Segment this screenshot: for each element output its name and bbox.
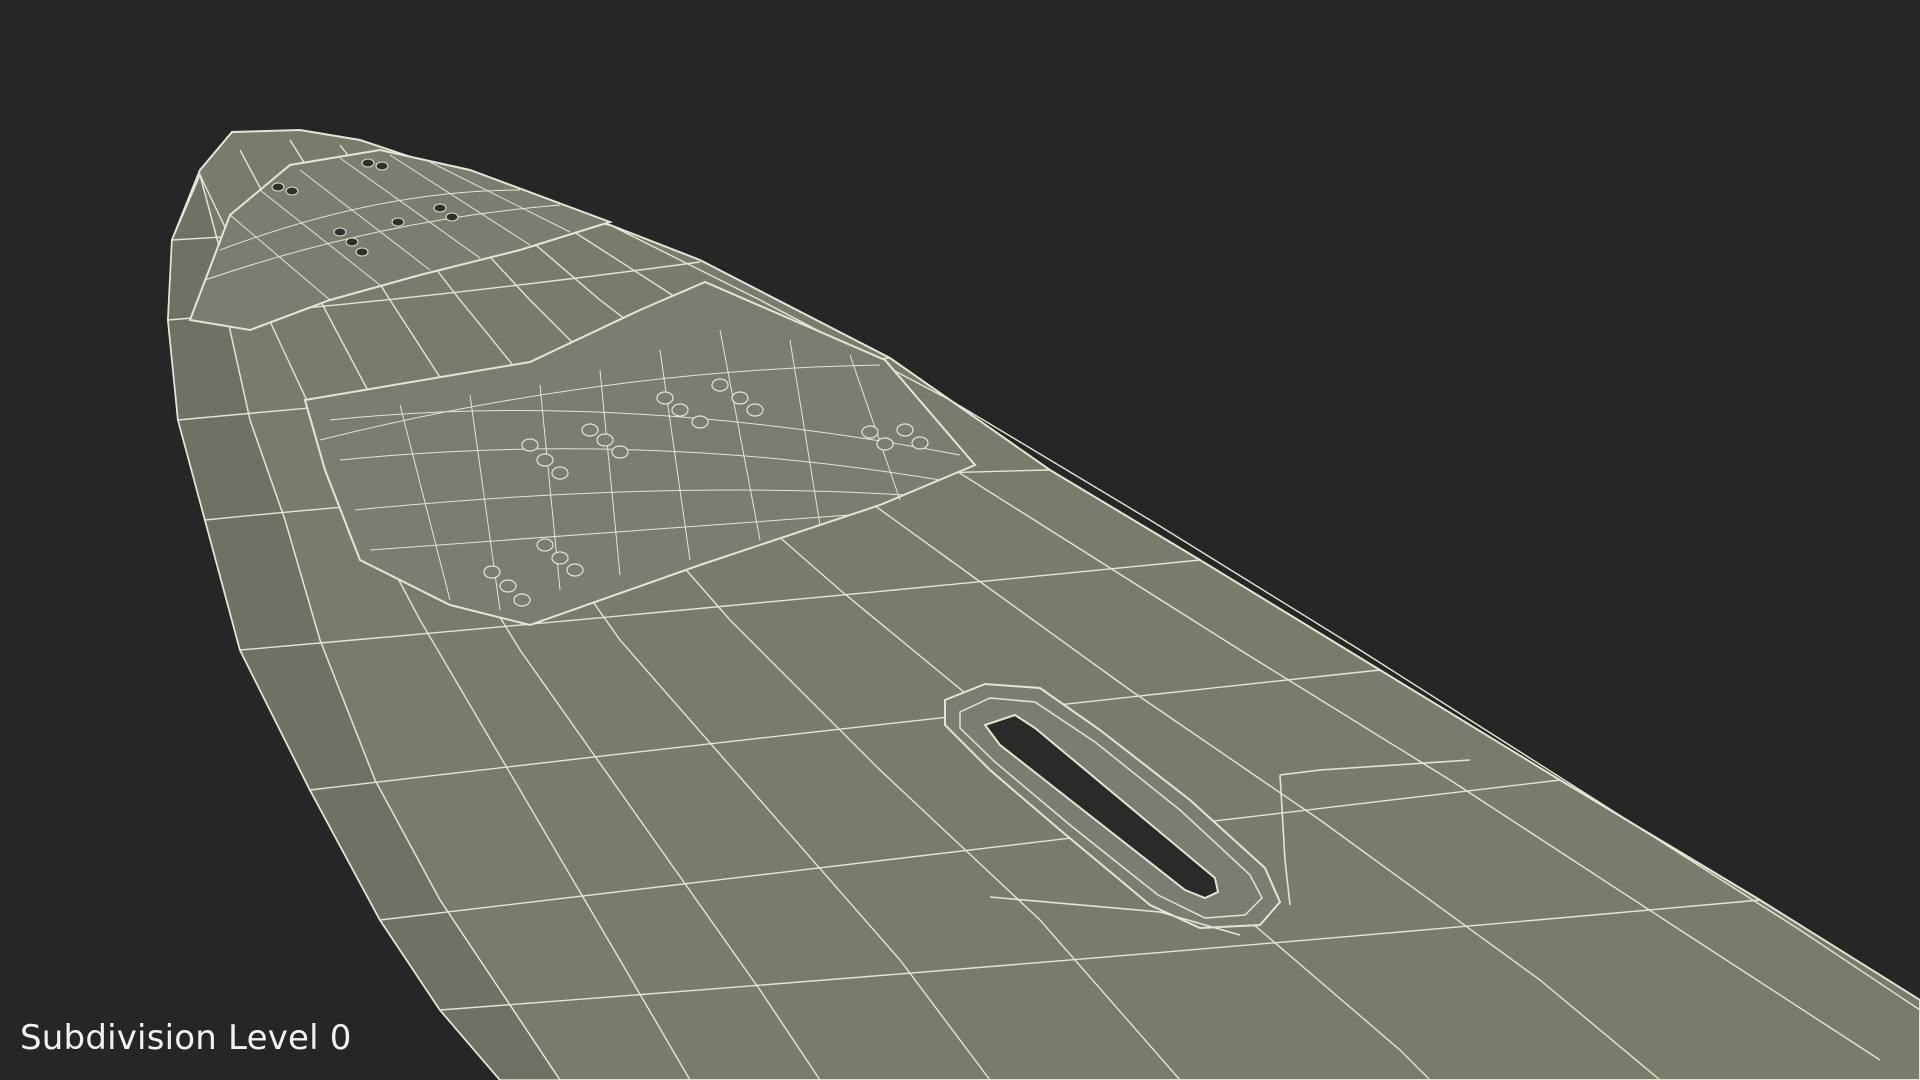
render-viewport: [166, 128, 1920, 1080]
render-caption: Subdivision Level 0: [20, 1018, 352, 1058]
